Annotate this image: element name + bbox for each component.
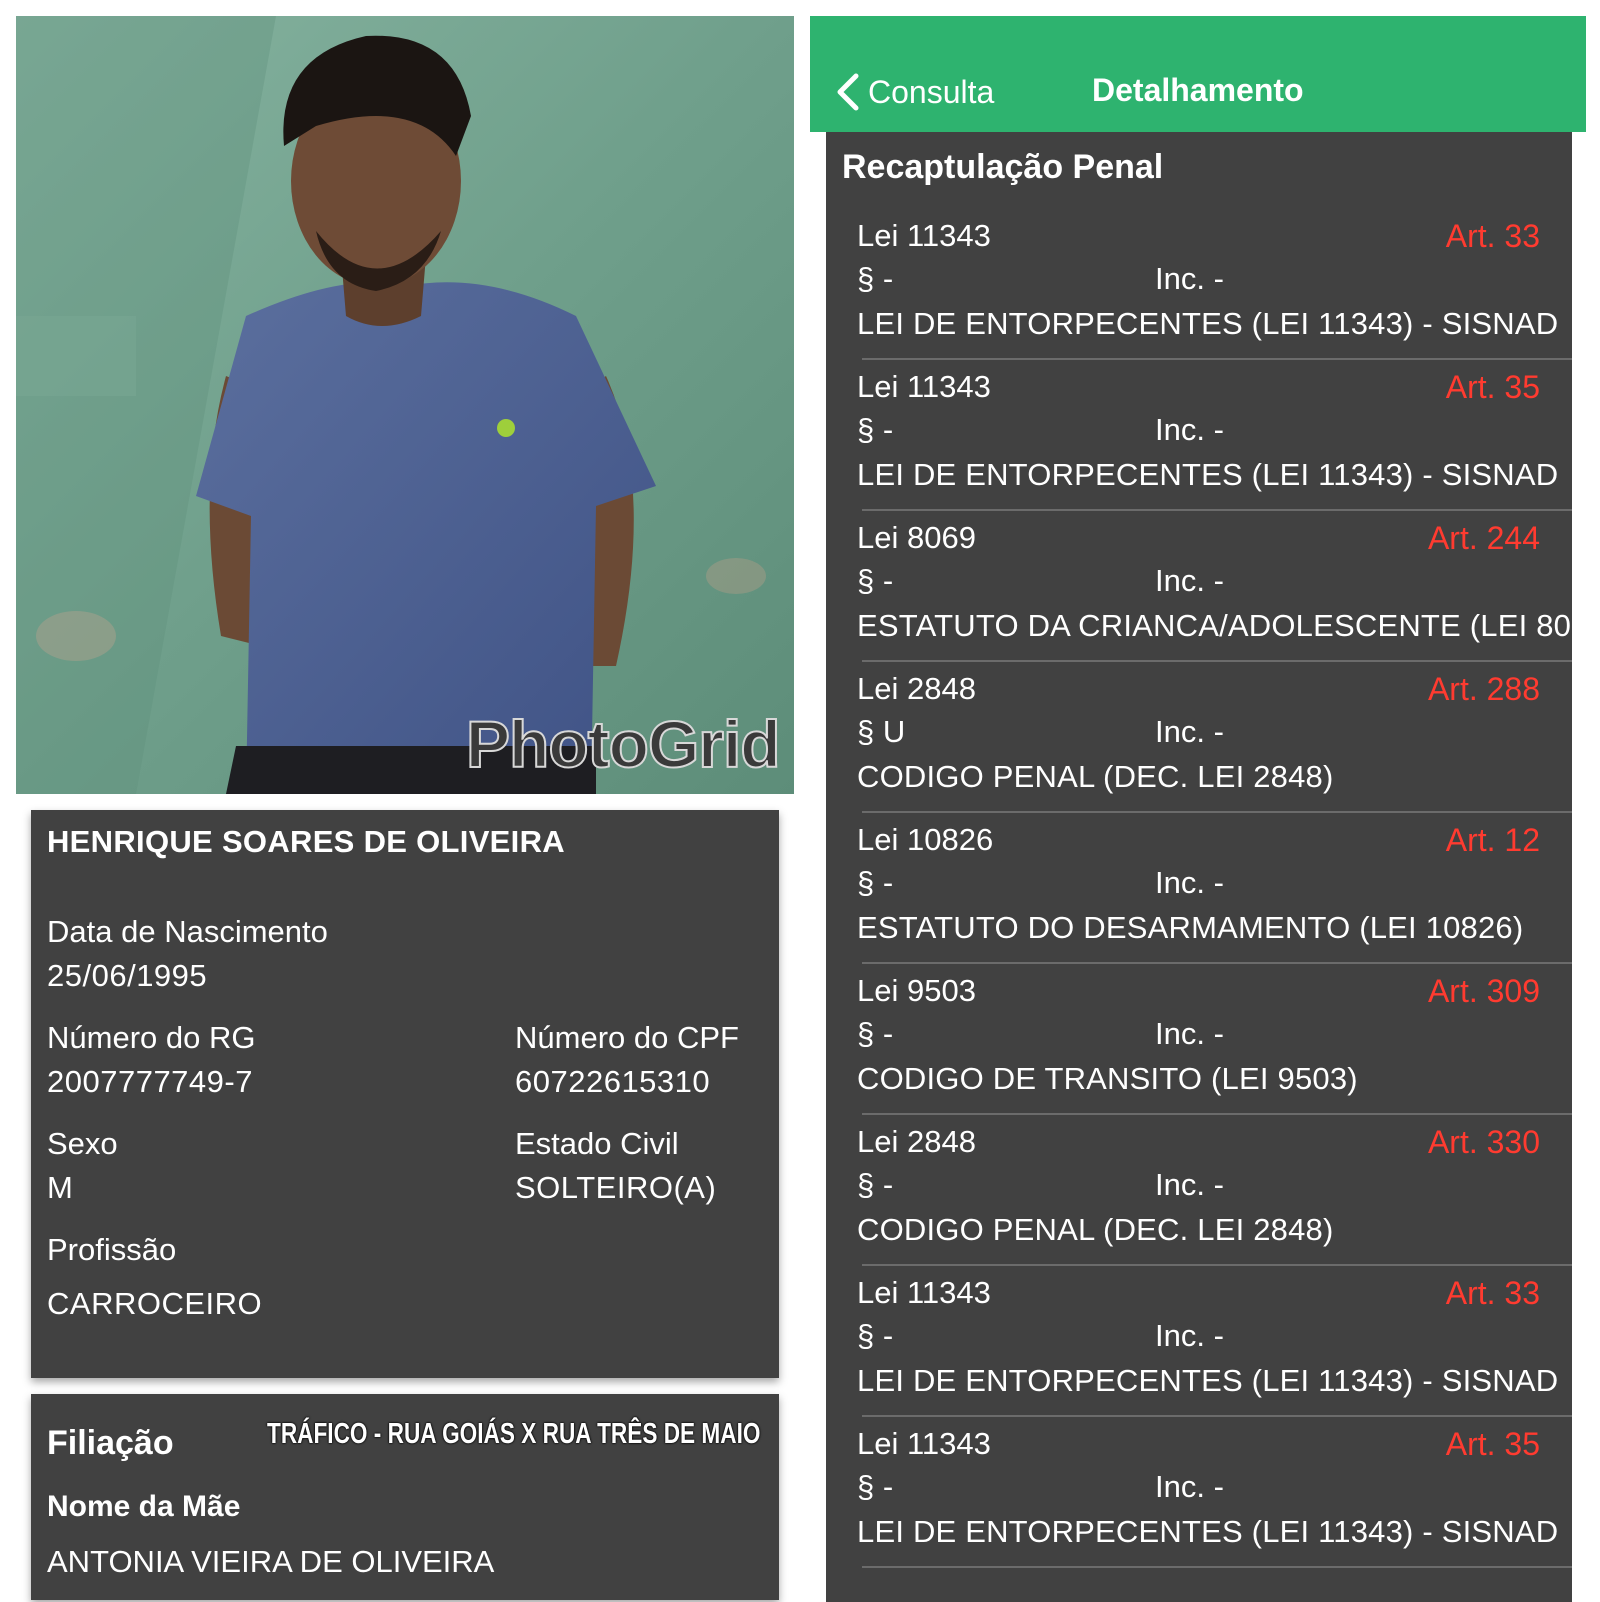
record-paragraph: § -	[857, 1016, 894, 1051]
record-description: LEI DE ENTORPECENTES (LEI 11343) - SISNA…	[857, 306, 1559, 341]
phone-screen: Consulta Detalhamento Recaptulação Penal…	[810, 16, 1586, 1602]
record-row[interactable]: Lei 11343 Art. 35 § - Inc. - LEI DE ENTORPEC…	[826, 1414, 1572, 1568]
mother-name-label: Nome da Mãe	[47, 1490, 241, 1523]
filiacao-title: Filiação	[47, 1424, 174, 1462]
record-description: CODIGO PENAL (DEC. LEI 2848)	[857, 1212, 1334, 1247]
rg-label: Número do RG	[47, 1020, 256, 1055]
record-article: Art. 244	[1427, 520, 1540, 556]
record-lei: Lei 11343	[857, 369, 991, 404]
record-article: Art. 330	[1427, 1124, 1540, 1160]
birth-date-value: 25/06/1995	[47, 958, 208, 993]
record-article: Art. 35	[1445, 1426, 1540, 1462]
record-description: CODIGO PENAL (DEC. LEI 2848)	[857, 759, 1334, 794]
cpf-label: Número do CPF	[515, 1020, 739, 1055]
estado-civil-value: SOLTEIRO(A)	[515, 1170, 717, 1205]
record-inciso: Inc. -	[1155, 412, 1224, 447]
record-paragraph: § -	[857, 865, 894, 900]
record-paragraph: § U	[857, 714, 906, 749]
record-paragraph: § -	[857, 261, 894, 296]
record-article: Art. 33	[1445, 1275, 1540, 1311]
record-description: LEI DE ENTORPECENTES (LEI 11343) - SISNA…	[857, 1363, 1559, 1398]
record-description: ESTATUTO DA CRIANCA/ADOLESCENTE (LEI 806…	[857, 608, 1572, 643]
record-inciso: Inc. -	[1155, 865, 1224, 900]
record-lei: Lei 2848	[857, 671, 976, 706]
birth-date-label: Data de Nascimento	[47, 914, 328, 949]
record-lei: Lei 9503	[857, 973, 976, 1008]
crime-caption: TRÁFICO - RUA GOIÁS X RUA TRÊS DE MAIO	[267, 1418, 761, 1450]
record-lei: Lei 11343	[857, 1275, 991, 1310]
record-inciso: Inc. -	[1155, 1469, 1224, 1504]
record-divider	[862, 1566, 1572, 1568]
record-row[interactable]: Lei 11343 Art. 33 § - Inc. - LEI DE ENTORPEC…	[826, 1263, 1572, 1417]
record-inciso: Inc. -	[1155, 1016, 1224, 1051]
mother-name-value: ANTONIA VIEIRA DE OLIVEIRA	[47, 1544, 495, 1579]
estado-civil-label: Estado Civil	[515, 1126, 679, 1161]
profissao-value: CARROCEIRO	[47, 1286, 263, 1321]
record-paragraph: § -	[857, 1469, 894, 1504]
record-row[interactable]: Lei 10826 Art. 12 § - Inc. - ESTATUTO DO DES…	[826, 810, 1572, 964]
back-button-label: Consulta	[868, 73, 995, 110]
suspect-photo-illustration	[16, 16, 794, 794]
rg-value: 2007777749-7	[47, 1064, 253, 1099]
filiacao-card: Filiação TRÁFICO - RUA GOIÁS X RUA TRÊS …	[31, 1394, 779, 1600]
record-row[interactable]: Lei 2848 Art. 288 § U Inc. - CODIGO PENAL (D…	[826, 659, 1572, 813]
record-inciso: Inc. -	[1155, 1318, 1224, 1353]
record-inciso: Inc. -	[1155, 563, 1224, 598]
record-inciso: Inc. -	[1155, 714, 1224, 749]
sexo-value: M	[47, 1170, 74, 1205]
record-inciso: Inc. -	[1155, 261, 1224, 296]
records-list[interactable]: Recaptulação Penal Lei 11343 Art. 33 § - In…	[826, 132, 1572, 1602]
record-article: Art. 288	[1427, 671, 1540, 707]
record-lei: Lei 10826	[857, 822, 994, 857]
record-description: CODIGO DE TRANSITO (LEI 9503)	[857, 1061, 1358, 1096]
record-description: LEI DE ENTORPECENTES (LEI 11343) - SISNA…	[857, 1514, 1559, 1549]
record-inciso: Inc. -	[1155, 1167, 1224, 1202]
record-article: Art. 33	[1445, 218, 1540, 254]
record-article: Art. 35	[1445, 369, 1540, 405]
profissao-label: Profissão	[47, 1232, 177, 1267]
chevron-left-icon	[837, 73, 859, 111]
record-lei: Lei 11343	[857, 1426, 991, 1461]
record-article: Art. 12	[1445, 822, 1540, 858]
record-description: ESTATUTO DO DESARMAMENTO (LEI 10826)	[857, 910, 1524, 945]
record-description: LEI DE ENTORPECENTES (LEI 11343) - SISNA…	[857, 457, 1559, 492]
record-article: Art. 309	[1427, 973, 1540, 1009]
person-name: HENRIQUE SOARES DE OLIVEIRA	[47, 824, 565, 859]
record-row[interactable]: Lei 2848 Art. 330 § - Inc. - CODIGO PENAL (D…	[826, 1112, 1572, 1266]
record-row[interactable]: Lei 11343 Art. 35 § - Inc. - LEI DE ENTORPEC…	[826, 357, 1572, 511]
person-info-card: HENRIQUE SOARES DE OLIVEIRA Data de Nasc…	[31, 810, 779, 1378]
back-button[interactable]: Consulta	[834, 70, 994, 114]
record-row[interactable]: Lei 9503 Art. 309 § - Inc. - CODIGO DE TRANS…	[826, 961, 1572, 1115]
record-lei: Lei 2848	[857, 1124, 976, 1159]
nav-bar: Consulta Detalhamento	[810, 16, 1586, 132]
cpf-value: 60722615310	[515, 1064, 711, 1099]
record-lei: Lei 11343	[857, 218, 991, 253]
record-paragraph: § -	[857, 1318, 894, 1353]
photogrid-watermark: PhotoGrid	[465, 706, 782, 782]
sexo-label: Sexo	[47, 1126, 118, 1161]
page-title: Detalhamento	[1092, 72, 1304, 108]
record-paragraph: § -	[857, 412, 894, 447]
record-paragraph: § -	[857, 1167, 894, 1202]
record-row[interactable]: Lei 8069 Art. 244 § - Inc. - ESTATUTO DA CRI…	[826, 508, 1572, 662]
record-paragraph: § -	[857, 563, 894, 598]
suspect-photo: PhotoGrid	[16, 16, 794, 794]
record-lei: Lei 8069	[857, 520, 976, 555]
record-row[interactable]: Lei 11343 Art. 33 § - Inc. - LEI DE ENTORPEC…	[826, 206, 1572, 360]
section-title: Recaptulação Penal	[842, 148, 1164, 186]
